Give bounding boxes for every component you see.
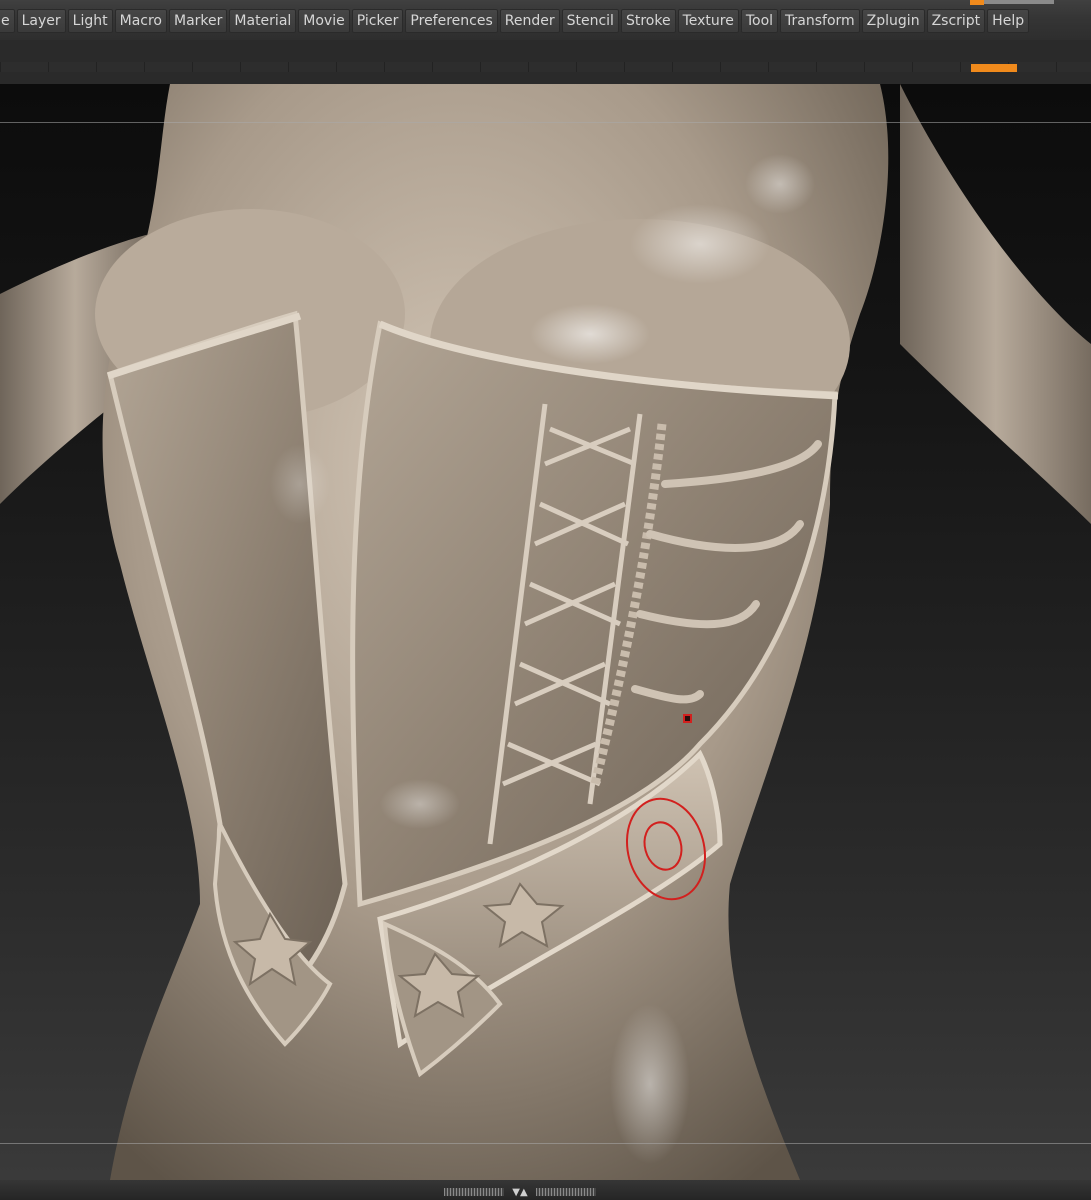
shelf-track[interactable] [0,62,1091,72]
right-tray-grip[interactable] [536,1188,596,1196]
viewport-guide-top [0,122,1091,123]
menu-bar: e Layer Light Macro Marker Material Movi… [0,0,1091,40]
top-accent-marker [970,0,984,5]
menu-item-layer[interactable]: Layer [16,9,66,33]
menu-item-help[interactable]: Help [987,9,1030,33]
menu-item-tool[interactable]: Tool [740,9,779,33]
menu-item-zscript[interactable]: Zscript [926,9,986,33]
viewport-guide-bottom [0,1143,1091,1144]
menu-item-zplugin[interactable]: Zplugin [861,9,925,33]
left-tray-grip[interactable] [444,1188,504,1196]
brush-point-marker [683,714,692,723]
menu-item-preferences[interactable]: Preferences [405,9,498,33]
menu-item-material[interactable]: Material [229,9,297,33]
right-arm [900,84,1091,524]
menu-item-macro[interactable]: Macro [114,9,167,33]
menu-item-transform[interactable]: Transform [780,9,860,33]
menu-item-light[interactable]: Light [67,9,113,33]
bottom-tray-bar: ▼▲ [0,1180,1091,1200]
menu-item-picker[interactable]: Picker [351,9,404,33]
menu-item-render[interactable]: Render [499,9,560,33]
menu-item-movie[interactable]: Movie [298,9,350,33]
menu-item-edit[interactable]: e [0,9,15,33]
document-viewport[interactable] [0,84,1091,1180]
menu-item-texture[interactable]: Texture [677,9,739,33]
menu-item-stroke[interactable]: Stroke [620,9,676,33]
menu-item-marker[interactable]: Marker [169,9,228,33]
menu-item-stencil[interactable]: Stencil [561,9,619,33]
zbrush-window: e Layer Light Macro Marker Material Movi… [0,0,1091,1200]
top-scroll-indicator[interactable] [984,0,1054,4]
sculpt-canvas[interactable] [0,84,1091,1180]
collapse-arrows-icon[interactable]: ▼▲ [506,1187,534,1199]
top-shelf [0,40,1091,124]
active-tab-indicator[interactable] [971,64,1017,72]
